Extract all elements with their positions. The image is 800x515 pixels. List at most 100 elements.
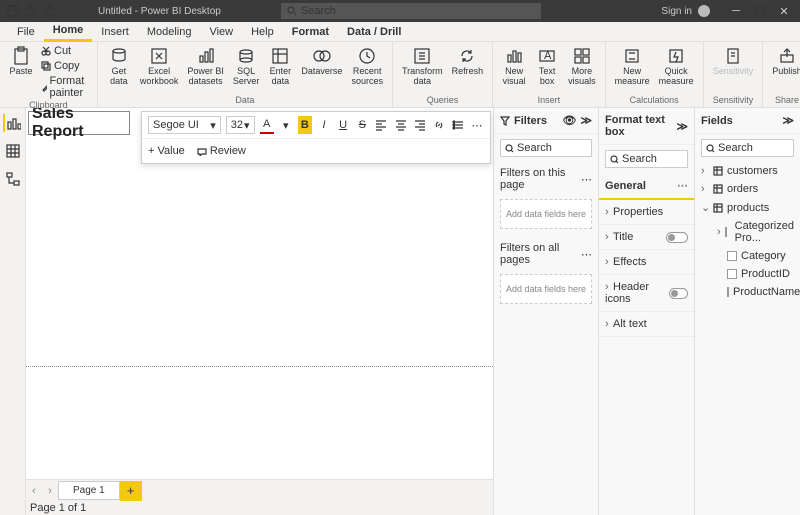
get-data-button[interactable]: Get data	[104, 44, 134, 89]
ribbon-group-sensitivity: Sensitivity Sensitivity	[704, 42, 764, 107]
filters-page-dropzone[interactable]: Add data fields here	[500, 199, 592, 229]
tab-home[interactable]: Home	[44, 21, 93, 42]
format-painter-button[interactable]: Format painter	[39, 74, 91, 100]
dataverse-button[interactable]: Dataverse	[298, 44, 345, 89]
table-customers[interactable]: ›customers	[695, 162, 800, 180]
prev-page-button[interactable]: ‹	[26, 485, 42, 497]
report-canvas[interactable]: Sales Report Segoe UI▾ 32▾ A ▾ B I U S	[26, 108, 493, 479]
more-options-button[interactable]: ⋯	[470, 116, 484, 134]
italic-button[interactable]: I	[317, 116, 331, 134]
next-page-button[interactable]: ›	[42, 485, 58, 497]
collapse-icon[interactable]: ≫	[676, 120, 688, 133]
cut-button[interactable]: Cut	[39, 44, 91, 58]
fields-search[interactable]: Search	[701, 139, 794, 157]
table-products[interactable]: ⌄products	[695, 198, 800, 217]
close-button[interactable]: ✕	[772, 0, 796, 22]
link-icon[interactable]	[432, 116, 446, 134]
review-button[interactable]: Review	[197, 145, 246, 157]
ribbon-group-clipboard: Paste Cut Copy Format painter Clipboard	[0, 42, 98, 107]
field-category[interactable]: Category	[695, 247, 800, 265]
format-section-effects[interactable]: ›Effects	[599, 250, 694, 275]
strikethrough-button[interactable]: S	[355, 116, 369, 134]
sql-server-button[interactable]: SQL Server	[230, 44, 263, 89]
tab-help[interactable]: Help	[242, 23, 283, 41]
eye-icon[interactable]: 👁	[563, 114, 577, 127]
pbi-datasets-button[interactable]: Power BI datasets	[184, 44, 227, 89]
new-measure-button[interactable]: New measure	[612, 44, 653, 89]
undo-icon[interactable]	[22, 2, 40, 20]
report-view-button[interactable]	[3, 114, 21, 132]
table-icon	[713, 184, 723, 194]
text-box-button[interactable]: AText box	[532, 44, 562, 89]
recent-sources-button[interactable]: Recent sources	[348, 44, 386, 89]
format-tab-general[interactable]: General⋯	[599, 173, 694, 200]
format-section-header-icons[interactable]: ›Header icons	[599, 275, 694, 312]
avatar[interactable]	[698, 5, 710, 17]
more-icon[interactable]: ⋯	[581, 248, 592, 261]
new-visual-button[interactable]: New visual	[499, 44, 529, 89]
copy-button[interactable]: Copy	[39, 59, 91, 73]
font-size-select[interactable]: 32▾	[226, 116, 255, 134]
search-icon	[287, 6, 297, 16]
model-view-button[interactable]	[4, 170, 22, 188]
data-view-button[interactable]	[4, 142, 22, 160]
title-search[interactable]: Search	[281, 3, 541, 19]
add-page-button[interactable]: +	[120, 481, 142, 501]
field-categorized[interactable]: ›Categorized Pro...	[695, 217, 800, 247]
tab-datadrill[interactable]: Data / Drill	[338, 23, 410, 41]
checkbox[interactable]	[727, 287, 729, 297]
maximize-button[interactable]	[748, 0, 772, 22]
checkbox[interactable]	[727, 251, 737, 261]
tab-view[interactable]: View	[200, 23, 242, 41]
review-icon	[197, 146, 207, 156]
redo-icon[interactable]	[40, 2, 58, 20]
copy-icon	[41, 61, 51, 71]
save-icon[interactable]	[4, 2, 22, 20]
bold-button[interactable]: B	[298, 116, 312, 134]
publish-button[interactable]: Publish	[769, 44, 800, 79]
collapse-icon[interactable]: ≫	[580, 114, 592, 127]
excel-button[interactable]: Excel workbook	[137, 44, 182, 89]
minimize-button[interactable]: ─	[724, 0, 748, 22]
tab-modeling[interactable]: Modeling	[138, 23, 201, 41]
filters-search[interactable]: Search	[500, 139, 592, 157]
tab-insert[interactable]: Insert	[92, 23, 138, 41]
checkbox[interactable]	[727, 269, 737, 279]
font-family-select[interactable]: Segoe UI▾	[148, 116, 221, 134]
format-section-properties[interactable]: ›Properties	[599, 200, 694, 225]
format-search[interactable]: Search	[605, 150, 688, 168]
enter-data-button[interactable]: Enter data	[265, 44, 295, 89]
page-tab-1[interactable]: Page 1	[58, 481, 120, 500]
signin-link[interactable]: Sign in	[661, 6, 692, 17]
align-left-button[interactable]	[374, 116, 388, 134]
align-center-button[interactable]	[393, 116, 407, 134]
header-icons-toggle[interactable]	[669, 288, 688, 299]
tab-format[interactable]: Format	[283, 23, 338, 41]
more-icon[interactable]: ⋯	[677, 179, 688, 192]
refresh-button[interactable]: Refresh	[449, 44, 487, 89]
page-tabs: ‹ › Page 1 +	[26, 479, 493, 501]
more-visuals-button[interactable]: More visuals	[565, 44, 599, 89]
quick-measure-button[interactable]: Quick measure	[656, 44, 697, 89]
paste-button[interactable]: Paste	[6, 44, 36, 100]
underline-button[interactable]: U	[336, 116, 350, 134]
format-section-alt-text[interactable]: ›Alt text	[599, 312, 694, 337]
add-value-button[interactable]: + Value	[148, 145, 185, 157]
title-toggle[interactable]	[666, 232, 688, 243]
tab-file[interactable]: File	[8, 23, 44, 41]
collapse-icon[interactable]: ≫	[782, 114, 794, 127]
transform-data-button[interactable]: Transform data	[399, 44, 446, 89]
format-section-title[interactable]: ›Title	[599, 225, 694, 250]
more-icon[interactable]: ⋯	[581, 173, 592, 186]
align-right-button[interactable]	[413, 116, 427, 134]
field-productid[interactable]: ProductID	[695, 265, 800, 283]
field-productname[interactable]: ProductName	[695, 283, 800, 301]
checkbox[interactable]	[725, 227, 727, 237]
format-pane: Format text box≫ Search General⋯ ›Proper…	[598, 108, 694, 515]
font-color-button[interactable]: A	[260, 116, 274, 134]
list-button[interactable]	[451, 116, 465, 134]
chevron-down-icon[interactable]: ▾	[279, 116, 293, 134]
filters-all-dropzone[interactable]: Add data fields here	[500, 274, 592, 304]
table-orders[interactable]: ›orders	[695, 180, 800, 198]
textbox-visual[interactable]: Sales Report	[28, 111, 130, 135]
